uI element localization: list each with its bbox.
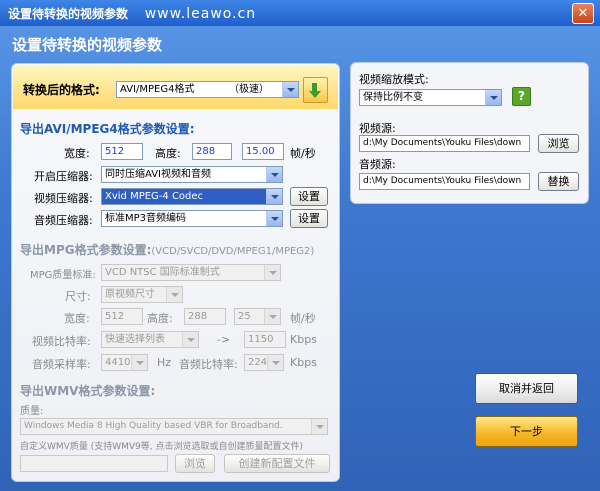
chevron-down-icon — [266, 211, 282, 226]
chevron-down-icon — [182, 332, 198, 347]
page-heading: 设置待转换的视频参数 — [12, 36, 163, 54]
format-bar: 转换后的格式: AVI/MPEG4格式 （极速） — [13, 65, 338, 109]
avi-height-label: 高度: — [155, 147, 181, 160]
mpg-section-subtitle: (VCD/SVCD/DVD/MPEG1/MPEG2) — [151, 246, 315, 257]
audio-compressor-label: 音频压缩器: — [34, 214, 93, 227]
mpg-quality-label: MPG质量标准: — [30, 270, 96, 281]
video-compressor-select[interactable]: Xvid MPEG-4 Codec — [101, 188, 283, 205]
avi-section-title: 导出AVI/MPEG4格式参数设置: — [20, 122, 195, 136]
mpg-fps-select[interactable]: 25 — [234, 308, 281, 325]
format-settings-panel: 转换后的格式: AVI/MPEG4格式 （极速） 导出AVI/MPEG4格式参数… — [11, 63, 340, 482]
wmv-quality-value: Windows Media 8 High Quality based VBR f… — [24, 421, 283, 431]
chevron-down-icon — [311, 419, 327, 434]
wmv-quality-label: 质量: — [20, 406, 44, 417]
download-folder-icon[interactable] — [303, 77, 328, 103]
wmv-quality-select[interactable]: Windows Media 8 High Quality based VBR f… — [20, 418, 328, 435]
scale-mode-label: 视频缩放模式: — [359, 73, 429, 86]
wmv-custom-label: 自定义WMV质量 (支持WMV9等, 点击浏览选取或自创建质量配置文件) — [20, 442, 303, 452]
next-step-button[interactable]: 下一步 — [475, 416, 578, 447]
format-speed: （极速） — [229, 84, 269, 95]
wmv-create-config-button[interactable]: 创建新配置文件 — [224, 454, 330, 473]
source-panel: 视频缩放模式: 保持比例不变 视频源: d:\My Documents\Youk… — [350, 62, 589, 204]
mpg-size-value: 原视频尺寸 — [105, 289, 155, 300]
mpg-abitrate-label: 音频比特率: — [179, 358, 238, 371]
video-source-input[interactable]: d:\My Documents\Youku Files\down — [359, 135, 530, 152]
chevron-down-icon — [282, 82, 298, 97]
audio-settings-button[interactable]: 设置 — [290, 209, 328, 228]
audio-compressor-value: 标准MP3音频编码 — [105, 213, 187, 224]
chevron-down-icon — [264, 309, 280, 324]
cancel-return-button[interactable]: 取消并返回 — [475, 373, 578, 404]
chevron-down-icon — [266, 167, 282, 182]
mpg-bitrate-input[interactable]: 1150 — [244, 331, 286, 348]
mpg-fps-unit: 帧/秒 — [290, 312, 316, 325]
compressor-value: 同时压缩AVI视频和音频 — [105, 169, 211, 180]
video-compressor-label: 视频压缩器: — [34, 192, 93, 205]
mpg-size-select[interactable]: 原视频尺寸 — [101, 286, 183, 303]
audio-source-label: 音频源: — [359, 158, 396, 171]
mpg-size-label: 尺寸: — [65, 290, 91, 303]
dialog-window: 设置待转换的视频参数 www.leawo.cn ✕ 设置待转换的视频参数 转换后… — [0, 0, 600, 491]
video-source-browse-button[interactable]: 浏览 — [538, 134, 579, 153]
format-select[interactable]: AVI/MPEG4格式 （极速） — [116, 81, 299, 98]
avi-fps-unit: 帧/秒 — [290, 147, 316, 160]
format-label: 转换后的格式: — [23, 83, 100, 97]
chevron-down-icon — [166, 287, 182, 302]
mpg-sample-select[interactable]: 44100 — [101, 354, 148, 371]
mpg-sample-label: 音频采样率: — [32, 358, 91, 371]
mpg-fps-value: 25 — [238, 311, 251, 322]
video-source-label: 视频源: — [359, 122, 396, 135]
mpg-height-input[interactable]: 288 — [184, 308, 226, 325]
scale-mode-select[interactable]: 保持比例不变 — [359, 89, 502, 106]
mpg-quality-select[interactable]: VCD NTSC 国际标准制式 — [101, 264, 281, 281]
mpg-width-input[interactable]: 512 — [101, 308, 143, 325]
mpg-bitrate-label: 视频比特率: — [32, 335, 91, 348]
audio-source-input[interactable]: d:\My Documents\Youku Files\down — [359, 173, 530, 190]
help-icon[interactable]: ? — [512, 87, 531, 106]
mpg-quality-value: VCD NTSC 国际标准制式 — [105, 267, 220, 278]
video-settings-button[interactable]: 设置 — [290, 187, 328, 206]
format-value: AVI/MPEG4格式 — [120, 84, 195, 95]
audio-source-replace-button[interactable]: 替换 — [538, 172, 579, 191]
mpg-kbps2-unit: Kbps — [290, 356, 317, 369]
mpg-kbps-unit: Kbps — [290, 333, 317, 346]
window-title: 设置待转换的视频参数 www.leawo.cn — [8, 6, 257, 22]
wmv-section-title: 导出WMV格式参数设置: — [20, 384, 156, 398]
scale-mode-value: 保持比例不变 — [363, 92, 423, 103]
mpg-bitrate-select[interactable]: 快速选择列表 — [101, 331, 199, 348]
mpg-hz-unit: Hz — [157, 356, 172, 369]
mpg-abitrate-value: 224 — [248, 357, 268, 368]
chevron-down-icon — [266, 189, 282, 204]
avi-width-input[interactable]: 512 — [101, 143, 143, 160]
mpg-height-label: 高度: — [147, 312, 173, 325]
mpg-bitrate-mode: 快速选择列表 — [105, 334, 165, 345]
mpg-bitrate-arrow: -> — [217, 333, 231, 346]
avi-fps-input[interactable]: 15.00 — [242, 143, 284, 160]
chevron-down-icon — [131, 355, 147, 370]
avi-height-input[interactable]: 288 — [192, 143, 232, 160]
compressor-label: 开启压缩器: — [34, 170, 93, 183]
audio-compressor-select[interactable]: 标准MP3音频编码 — [101, 210, 283, 227]
chevron-down-icon — [267, 355, 283, 370]
mpg-abitrate-select[interactable]: 224 — [244, 354, 284, 371]
compressor-select[interactable]: 同时压缩AVI视频和音频 — [101, 166, 283, 183]
video-compressor-value: Xvid MPEG-4 Codec — [105, 191, 204, 202]
mpg-section-title: 导出MPG格式参数设置:(VCD/SVCD/DVD/MPEG1/MPEG2) — [20, 243, 315, 257]
wmv-custom-path-input[interactable] — [20, 455, 168, 472]
chevron-down-icon — [264, 265, 280, 280]
window-url: www.leawo.cn — [144, 6, 257, 22]
wmv-browse-button[interactable]: 浏览 — [175, 454, 215, 473]
title-bar: 设置待转换的视频参数 www.leawo.cn ✕ — [0, 0, 600, 26]
avi-width-label: 宽度: — [64, 147, 90, 160]
mpg-width-label: 宽度: — [64, 312, 90, 325]
chevron-down-icon — [485, 90, 501, 105]
close-button[interactable]: ✕ — [572, 3, 594, 24]
